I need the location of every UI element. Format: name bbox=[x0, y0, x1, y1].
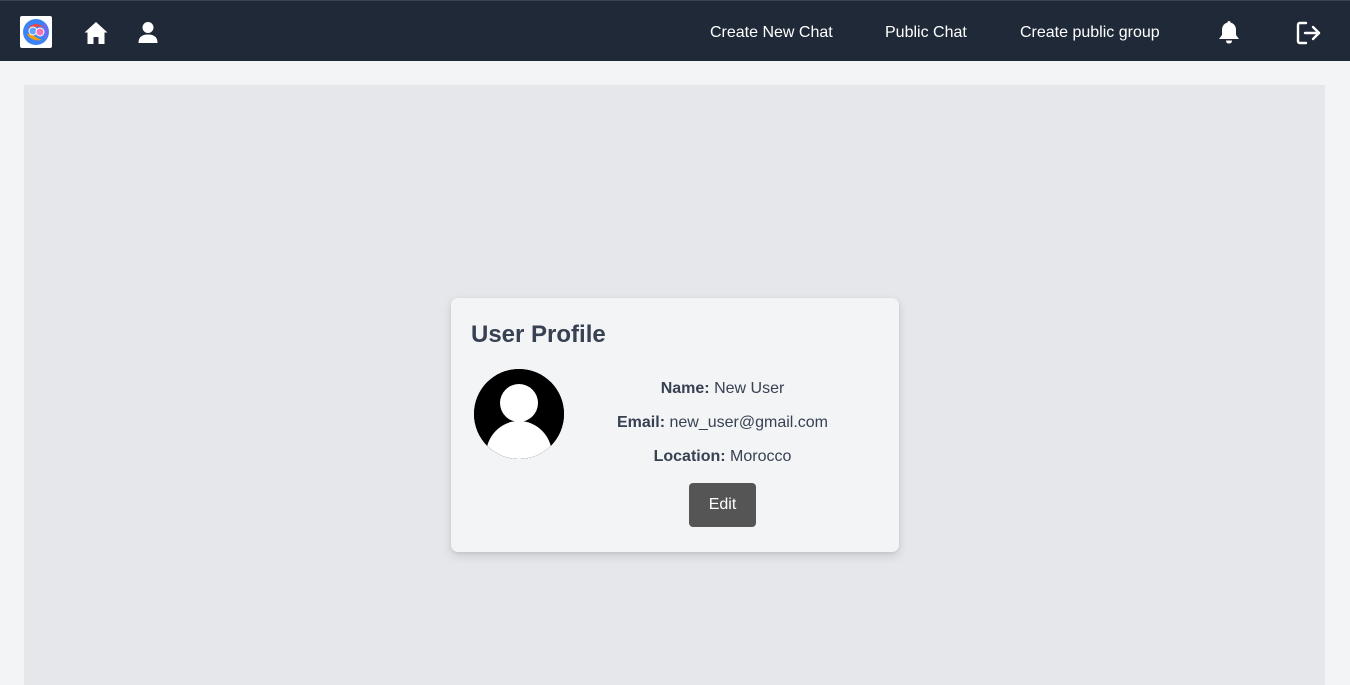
name-row: Name: New User bbox=[596, 379, 849, 399]
create-new-chat-link[interactable]: Create New Chat bbox=[710, 23, 833, 43]
user-profile-card: User Profile Name: New User Email: new_u… bbox=[451, 298, 899, 552]
create-public-group-link[interactable]: Create public group bbox=[1020, 23, 1160, 43]
user-icon[interactable] bbox=[135, 20, 161, 46]
public-chat-link[interactable]: Public Chat bbox=[885, 23, 967, 43]
email-row: Email: new_user@gmail.com bbox=[596, 413, 849, 433]
email-label: Email: bbox=[617, 414, 666, 431]
location-value: Morocco bbox=[730, 448, 792, 465]
logout-icon[interactable] bbox=[1296, 20, 1322, 46]
location-label: Location: bbox=[653, 448, 726, 465]
bell-icon[interactable] bbox=[1216, 19, 1242, 45]
email-value: new_user@gmail.com bbox=[669, 414, 828, 431]
home-icon[interactable] bbox=[83, 20, 109, 46]
location-row: Location: Morocco bbox=[596, 447, 849, 467]
default-avatar-icon bbox=[474, 369, 564, 459]
name-value: New User bbox=[714, 380, 785, 397]
top-navbar: Create New Chat Public Chat Create publi… bbox=[0, 0, 1350, 61]
app-logo-icon[interactable] bbox=[20, 16, 52, 48]
profile-title: User Profile bbox=[471, 321, 606, 348]
name-label: Name: bbox=[660, 380, 710, 397]
edit-profile-button[interactable]: Edit bbox=[689, 483, 756, 527]
